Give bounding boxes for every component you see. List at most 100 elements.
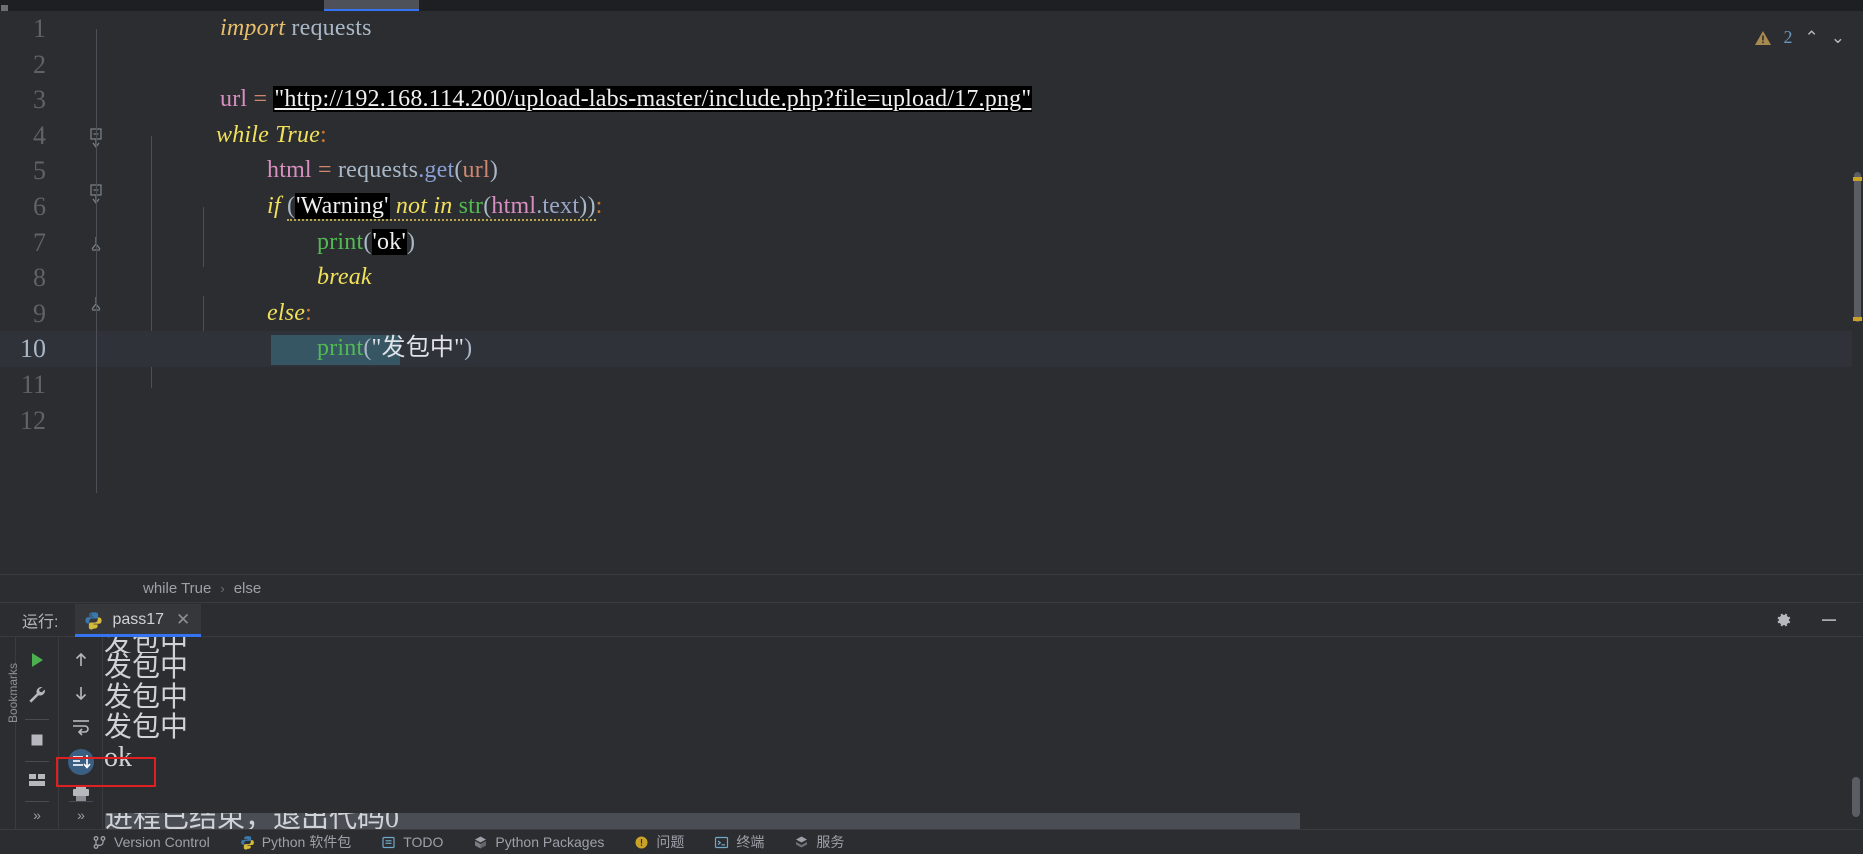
output-line-ok: ok (104, 743, 1863, 773)
line-number-current: 10 (0, 331, 46, 367)
breadcrumb-item-while[interactable]: while True (143, 580, 211, 597)
token-operator-assign: = (318, 157, 332, 183)
close-icon[interactable]: ✕ (176, 610, 190, 630)
fold-marker-if[interactable] (88, 182, 100, 194)
status-bar: Version Control Python 软件包 TODO (0, 829, 1863, 854)
token-keyword-not-in: not in (396, 193, 453, 219)
line-number: 5 (0, 153, 46, 189)
double-chevron-icon[interactable]: » (33, 807, 41, 823)
console-toolbar-right[interactable]: » (60, 637, 103, 829)
scrollbar-thumb[interactable] (1854, 172, 1861, 322)
token-colon: : (305, 300, 312, 326)
output-line: 发包中 (104, 713, 1863, 743)
annotation-red-box (56, 757, 156, 787)
console-output[interactable]: 发包中 发包中 发包中 发包中 ok (104, 637, 1863, 829)
warning-marker (1853, 177, 1862, 181)
token-keyword-break: break (317, 264, 372, 290)
layout-icon[interactable] (26, 769, 48, 791)
breadcrumb[interactable]: while True › else (0, 574, 1863, 603)
token-keyword-else: else (267, 300, 305, 326)
toolbar-divider (25, 719, 49, 720)
code-line-1[interactable]: import requests (110, 11, 1863, 47)
minimize-icon[interactable] (1819, 610, 1839, 630)
process-finished-text: 进程已结束，退出代码0 (105, 813, 1300, 830)
code-editor[interactable]: 2 ⌃ ⌄ 1 2 3 4 5 6 7 8 9 10 11 12 (0, 11, 1863, 574)
token-keyword-import: import (220, 15, 285, 41)
status-item-services[interactable]: 服务 (794, 832, 844, 852)
status-item-todo[interactable]: TODO (381, 834, 443, 850)
toolbar-divider (25, 801, 49, 802)
python-icon (84, 611, 103, 630)
token-builtin-print: print (317, 229, 363, 255)
breadcrumb-item-else[interactable]: else (234, 580, 262, 597)
fold-marker-while[interactable] (88, 126, 100, 138)
bookmarks-rail[interactable]: Bookmarks (0, 637, 16, 829)
editor-vertical-scrollbar[interactable] (1852, 22, 1863, 585)
status-label: Python Packages (495, 834, 604, 850)
code-line-12[interactable] (110, 403, 1863, 439)
indent-guide (96, 29, 97, 493)
line-number: 1 (0, 11, 46, 47)
token-builtin-str: str (459, 193, 484, 219)
code-line-7[interactable]: print('ok') (110, 225, 1863, 261)
token-rparen: ) (464, 335, 472, 361)
toolbar-divider (69, 801, 93, 802)
token-rparen: ) (407, 229, 415, 255)
console-toolbar-left[interactable]: » (16, 637, 59, 829)
run-console[interactable]: Bookmarks » (0, 637, 1863, 829)
status-item-python-packages-cn[interactable]: Python 软件包 (240, 832, 351, 852)
token-var-html: html (267, 157, 312, 183)
double-chevron-icon[interactable]: » (77, 807, 85, 823)
code-line-8[interactable]: break (110, 260, 1863, 296)
line-number: 8 (0, 260, 46, 296)
token-string-fabaozhong: "发包中" (372, 335, 465, 361)
code-line-4[interactable]: while True: (110, 118, 1863, 154)
code-line-6[interactable]: if ('Warning' not in str(html.text)): (110, 189, 1863, 225)
terminal-icon (714, 835, 729, 850)
token-colon: : (320, 122, 327, 148)
soft-wrap-icon[interactable] (70, 715, 92, 737)
line-number: 7 (0, 225, 46, 261)
fold-end-marker-if[interactable] (88, 237, 100, 249)
gear-icon[interactable] (1773, 610, 1793, 630)
token-string-warning: 'Warning' (295, 193, 390, 219)
line-number: 4 (0, 118, 46, 154)
run-configuration-tab[interactable]: pass17 ✕ (75, 604, 201, 637)
token-module-requests: requests (291, 15, 371, 41)
branch-icon (92, 835, 107, 850)
code-line-2[interactable] (110, 47, 1863, 83)
code-line-11[interactable] (110, 367, 1863, 403)
line-number-gutter: 1 2 3 4 5 6 7 8 9 10 11 12 (0, 11, 110, 574)
console-scrollbar-thumb[interactable] (1852, 777, 1860, 817)
play-icon[interactable] (26, 649, 48, 671)
code-line-9[interactable]: else: (110, 296, 1863, 332)
status-item-version-control[interactable]: Version Control (92, 834, 210, 850)
arrow-down-icon[interactable] (70, 682, 92, 704)
code-content[interactable]: import requests url = "http://192.168.11… (110, 11, 1863, 574)
line-number: 3 (0, 82, 46, 118)
token-string-url: "http://192.168.114.200/upload-labs-mast… (273, 86, 1032, 112)
token-attr-text: .text (536, 193, 579, 219)
wrench-icon[interactable] (26, 684, 48, 706)
status-item-problems[interactable]: 问题 (634, 832, 684, 852)
token-colon: : (596, 193, 603, 219)
stop-square-icon[interactable] (26, 729, 48, 751)
token-keyword-while: while (216, 122, 269, 148)
code-line-3[interactable]: url = "http://192.168.114.200/upload-lab… (110, 82, 1863, 118)
token-method-get: .get (418, 157, 454, 183)
status-item-python-packages[interactable]: Python Packages (473, 834, 604, 850)
status-item-terminal[interactable]: 终端 (714, 832, 764, 852)
output-line: 发包中 (104, 653, 1863, 683)
line-number: 9 (0, 296, 46, 332)
token-keyword-if: if (267, 193, 281, 219)
token-var-url: url (220, 86, 247, 112)
arrow-up-icon[interactable] (70, 649, 92, 671)
breadcrumb-separator: › (220, 581, 224, 596)
code-line-5[interactable]: html = requests.get(url) (110, 153, 1863, 189)
fold-end-marker-else[interactable] (88, 297, 100, 309)
output-line: 发包中 (104, 683, 1863, 713)
token-string-ok: 'ok' (372, 229, 407, 255)
python-icon (240, 835, 255, 850)
code-line-10[interactable]: print("发包中") (110, 331, 1863, 367)
run-tab-name: pass17 (112, 611, 164, 629)
